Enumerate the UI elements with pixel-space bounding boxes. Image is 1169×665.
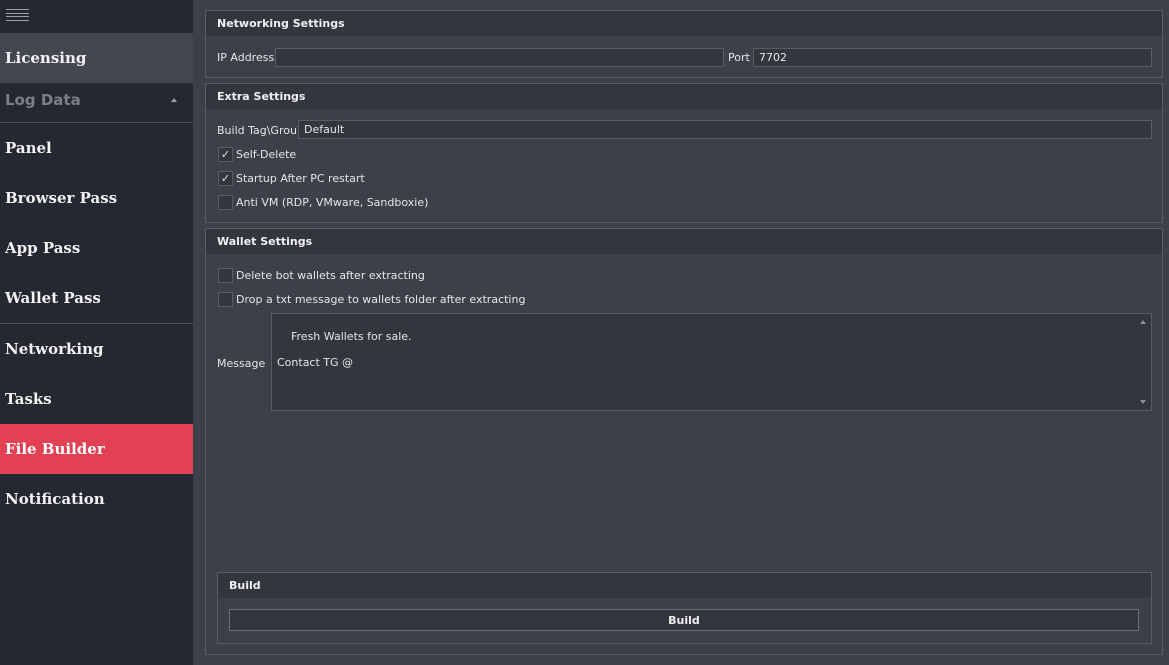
build-tag-input[interactable]: Default [298, 120, 1152, 139]
startup-checkbox[interactable]: ✓ [218, 171, 233, 186]
sidebar-item-label: Wallet Pass [5, 289, 101, 307]
drop-txt-checkbox[interactable] [218, 292, 233, 307]
anti-vm-label: Anti VM (RDP, VMware, Sandboxie) [236, 196, 429, 209]
sidebar-item-label: Browser Pass [5, 189, 118, 207]
sidebar: Licensing Log Data Panel Browser Pass Ap… [0, 0, 193, 665]
sidebar-item-networking[interactable]: Networking [0, 324, 193, 374]
ip-address-input[interactable] [275, 48, 724, 67]
anti-vm-checkbox[interactable] [218, 195, 233, 210]
sidebar-item-label: Notification [5, 490, 105, 508]
hamburger-menu-icon[interactable] [6, 9, 29, 21]
build-panel: Build Build [217, 572, 1152, 644]
build-tag-label: Build Tag\Group [217, 124, 304, 137]
sidebar-item-licensing[interactable]: Licensing [0, 33, 193, 83]
sidebar-item-browser-pass[interactable]: Browser Pass [0, 173, 193, 223]
scroll-down-arrow-icon[interactable] [1140, 400, 1146, 404]
sidebar-item-wallet-pass[interactable]: Wallet Pass [0, 273, 193, 323]
sidebar-section-log-data[interactable]: Log Data [0, 78, 193, 122]
startup-label: Startup After PC restart [236, 172, 365, 185]
sidebar-item-tasks[interactable]: Tasks [0, 374, 193, 424]
port-input[interactable]: 7702 [753, 48, 1152, 67]
sidebar-item-label: File Builder [5, 440, 105, 458]
chevron-up-icon [171, 98, 177, 102]
message-text: Fresh Wallets for sale. Contact TG @ [277, 330, 412, 369]
extra-settings-panel: Extra Settings Build Tag\Group Default ✓… [205, 83, 1163, 223]
drop-txt-label: Drop a txt message to wallets folder aft… [236, 293, 526, 306]
sidebar-item-label: App Pass [5, 239, 81, 257]
panel-title: Wallet Settings [206, 229, 1162, 254]
self-delete-label: Self-Delete [236, 148, 297, 161]
port-label: Port [728, 51, 750, 64]
sidebar-item-notification[interactable]: Notification [0, 474, 193, 524]
delete-wallets-label: Delete bot wallets after extracting [236, 269, 425, 282]
message-textarea[interactable]: Fresh Wallets for sale. Contact TG @ [271, 313, 1152, 411]
networking-settings-panel: Networking Settings IP Address Port 7702 [205, 10, 1163, 78]
delete-wallets-checkbox[interactable] [218, 268, 233, 283]
panel-title: Extra Settings [206, 84, 1162, 109]
build-button[interactable]: Build [229, 609, 1139, 631]
sidebar-item-label: Licensing [5, 49, 87, 67]
scroll-up-arrow-icon[interactable] [1140, 320, 1146, 324]
wallet-settings-panel: Wallet Settings Delete bot wallets after… [205, 228, 1163, 655]
sidebar-item-file-builder[interactable]: File Builder [0, 424, 193, 474]
sidebar-item-app-pass[interactable]: App Pass [0, 223, 193, 273]
sidebar-item-label: Tasks [5, 390, 52, 408]
ip-address-label: IP Address [217, 51, 275, 64]
panel-title: Build [218, 573, 1151, 598]
message-label: Message [217, 357, 266, 370]
self-delete-checkbox[interactable]: ✓ [218, 147, 233, 162]
sidebar-section-label: Log Data [5, 91, 81, 109]
sidebar-item-panel[interactable]: Panel [0, 123, 193, 173]
panel-title: Networking Settings [206, 11, 1162, 36]
sidebar-item-label: Panel [5, 139, 52, 157]
sidebar-item-label: Networking [5, 340, 104, 358]
